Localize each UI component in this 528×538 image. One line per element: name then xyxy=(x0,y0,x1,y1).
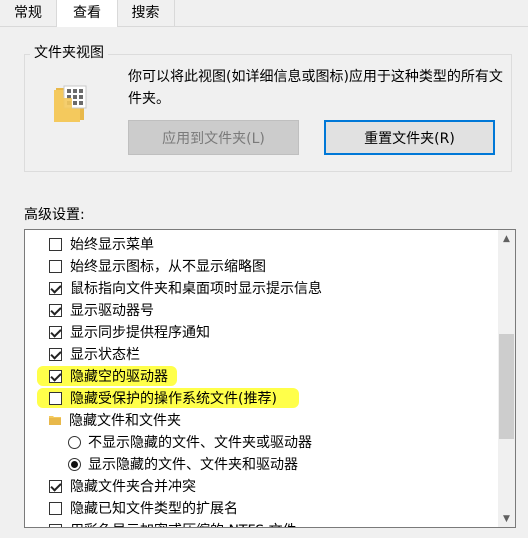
list-item[interactable]: 显示驱动器号 xyxy=(25,299,515,321)
list-item-label: 隐藏受保护的操作系统文件(推荐) xyxy=(70,391,277,407)
radio-icon[interactable] xyxy=(68,457,81,471)
list-item: 隐藏文件和文件夹 xyxy=(25,409,515,431)
list-item[interactable]: 隐藏文件夹合并冲突 xyxy=(25,475,515,497)
scroll-up-icon[interactable]: ▲ xyxy=(498,230,515,247)
list-item-label: 用彩色显示加密或压缩的 NTFS 文件 xyxy=(70,520,297,527)
checkbox-icon[interactable] xyxy=(49,523,62,527)
checkbox-icon[interactable] xyxy=(49,259,62,273)
folder-views-title: 文件夹视图 xyxy=(30,43,108,63)
list-item-label: 始终显示图标，从不显示缩略图 xyxy=(70,259,266,275)
list-item-label: 显示驱动器号 xyxy=(70,303,154,319)
list-item-label: 显示隐藏的文件、文件夹和驱动器 xyxy=(88,457,298,473)
apply-to-folders-button[interactable]: 应用到文件夹(L) xyxy=(128,120,299,155)
checkbox-icon[interactable] xyxy=(49,479,62,493)
list-item-label: 显示状态栏 xyxy=(70,347,140,363)
list-item-label: 隐藏空的驱动器 xyxy=(70,369,168,385)
list-item[interactable]: 显示状态栏 xyxy=(25,343,515,365)
folder-icon xyxy=(49,416,61,425)
list-item[interactable]: 始终显示图标，从不显示缩略图 xyxy=(25,255,515,277)
advanced-settings-label: 高级设置: xyxy=(24,207,85,223)
scrollbar-thumb[interactable] xyxy=(499,334,514,439)
list-item-label: 始终显示菜单 xyxy=(70,237,154,253)
checkbox-icon[interactable] xyxy=(49,281,62,295)
tab-strip: 常规 查看 搜索 xyxy=(0,0,528,27)
list-item-label: 鼠标指向文件夹和桌面项时显示提示信息 xyxy=(70,281,322,297)
vertical-scrollbar[interactable]: ▲ ▼ xyxy=(498,230,515,527)
tab-view[interactable]: 查看 xyxy=(56,0,118,27)
list-item[interactable]: 隐藏已知文件类型的扩展名 xyxy=(25,497,515,519)
list-item[interactable]: 始终显示菜单 xyxy=(25,233,515,255)
checkbox-icon[interactable] xyxy=(49,391,62,405)
tab-general[interactable]: 常规 xyxy=(0,0,57,26)
list-item[interactable]: 显示隐藏的文件、文件夹和驱动器 xyxy=(25,453,515,475)
checkbox-icon[interactable] xyxy=(49,501,62,515)
checkbox-icon[interactable] xyxy=(49,237,62,251)
list-item-label: 显示同步提供程序通知 xyxy=(70,325,210,341)
checkbox-icon[interactable] xyxy=(49,369,62,383)
folder-view-icon xyxy=(54,85,87,122)
list-item[interactable]: 显示同步提供程序通知 xyxy=(25,321,515,343)
radio-icon[interactable] xyxy=(68,435,81,449)
list-item-label: 隐藏文件和文件夹 xyxy=(69,413,181,429)
checkbox-icon[interactable] xyxy=(49,347,62,361)
list-item[interactable]: 隐藏空的驱动器 xyxy=(25,365,515,387)
list-item[interactable]: 用彩色显示加密或压缩的 NTFS 文件 xyxy=(25,519,515,527)
list-item[interactable]: 隐藏受保护的操作系统文件(推荐) xyxy=(25,387,515,409)
advanced-settings-list[interactable]: 始终显示菜单 始终显示图标，从不显示缩略图 鼠标指向文件夹和桌面项时显示提示信息… xyxy=(24,229,516,528)
scroll-down-icon[interactable]: ▼ xyxy=(498,510,515,527)
list-item-label: 不显示隐藏的文件、文件夹或驱动器 xyxy=(88,435,312,451)
reset-folders-button[interactable]: 重置文件夹(R) xyxy=(324,120,495,155)
list-item-label: 隐藏文件夹合并冲突 xyxy=(70,479,196,495)
list-item-label: 隐藏已知文件类型的扩展名 xyxy=(70,501,238,517)
checkbox-icon[interactable] xyxy=(49,303,62,317)
checkbox-icon[interactable] xyxy=(49,325,62,339)
folder-views-description: 你可以将此视图(如详细信息或图标)应用于这种类型的所有文件夹。 xyxy=(128,69,503,107)
list-item[interactable]: 鼠标指向文件夹和桌面项时显示提示信息 xyxy=(25,277,515,299)
list-item[interactable]: 不显示隐藏的文件、文件夹或驱动器 xyxy=(25,431,515,453)
tab-search[interactable]: 搜索 xyxy=(117,0,175,26)
